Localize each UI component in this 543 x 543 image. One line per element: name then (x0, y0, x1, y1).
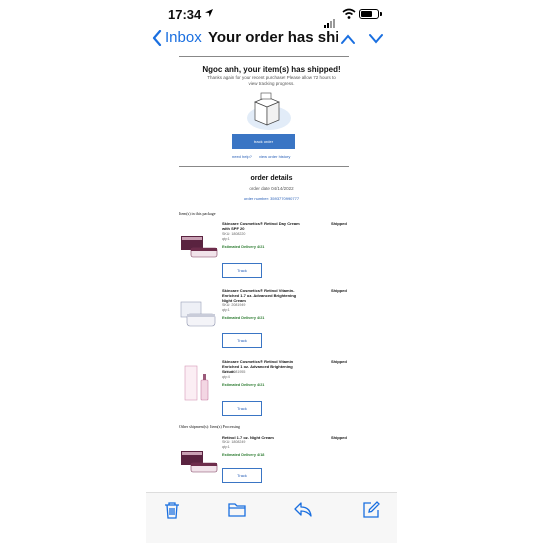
product-qty: qty:1 (222, 445, 230, 449)
battery-icon (359, 9, 382, 19)
shipping-status: Shipped (331, 435, 347, 440)
package-section-label: Item(s) in this package (179, 211, 216, 216)
back-to-inbox-button[interactable]: Inbox (152, 29, 202, 46)
product-qty: qty:1 (222, 308, 230, 312)
shipping-status: Shipped (331, 359, 347, 364)
wifi-icon (342, 8, 356, 19)
shipped-greeting: Ngoc anh, your item(s) has shipped! (202, 65, 341, 74)
product-qty: qty:4 (222, 375, 230, 379)
product-image (181, 451, 218, 473)
shipping-status: Shipped (331, 288, 347, 293)
message-subject: Your order has shipped! (208, 29, 338, 46)
other-shipments-label: Other shipment(s): Item(s) Processing (179, 424, 240, 429)
product-image (180, 301, 216, 327)
previous-message-icon[interactable] (340, 33, 356, 45)
order-date: order date 04/14/2022 (249, 186, 294, 191)
estimated-delivery: Estimated Delivery 4/21 (222, 316, 265, 320)
track-button[interactable]: Track (222, 401, 262, 416)
mail-nav-bar: Inbox Your order has shipped! (146, 26, 397, 54)
track-button[interactable]: Track (222, 263, 262, 278)
chevron-left-icon (152, 29, 162, 46)
package-icon (247, 92, 291, 130)
thanks-text: Thanks again for your recent purchase! P… (207, 75, 336, 86)
track-button[interactable]: Track (222, 468, 262, 483)
product-name: Skincare Cosmetics® Retinol Day Cream wi… (222, 221, 300, 231)
compose-icon[interactable] (362, 501, 380, 519)
product-image (181, 236, 218, 258)
location-icon (205, 9, 213, 17)
need-help-link[interactable]: need help? (232, 154, 252, 159)
shipping-status: Shipped (331, 221, 347, 226)
status-bar: 17:34 (146, 0, 397, 28)
email-body: Ngoc anh, your item(s) has shipped! Than… (146, 54, 397, 492)
estimated-delivery: Estimated Delivery 4/18 (222, 453, 265, 457)
next-message-icon[interactable] (368, 33, 384, 45)
phone-screen: 17:34 Inbox Your order has shipped! Ngoc… (146, 0, 397, 543)
product-qty: qty:1 (222, 237, 230, 241)
divider (179, 56, 349, 57)
back-label: Inbox (165, 29, 202, 46)
reply-icon[interactable] (294, 501, 312, 517)
product-image (184, 365, 209, 401)
view-order-history-link[interactable]: view order history (259, 154, 290, 159)
track-button[interactable]: Track (222, 333, 262, 348)
status-time: 17:34 (168, 7, 202, 22)
product-name: Skincare Cosmetics® Retinol Vitamin-Enri… (222, 288, 297, 303)
divider (179, 166, 349, 167)
track-order-button[interactable]: track order (232, 134, 295, 149)
estimated-delivery: Estimated Delivery 4/21 (222, 383, 265, 387)
folder-icon[interactable] (228, 501, 246, 517)
order-details-title: order details (250, 175, 293, 182)
trash-icon[interactable] (164, 501, 180, 519)
order-number-link[interactable]: order number: 3593770990777 (146, 196, 397, 201)
mail-toolbar (146, 492, 397, 543)
estimated-delivery: Estimated Delivery 4/21 (222, 245, 265, 249)
